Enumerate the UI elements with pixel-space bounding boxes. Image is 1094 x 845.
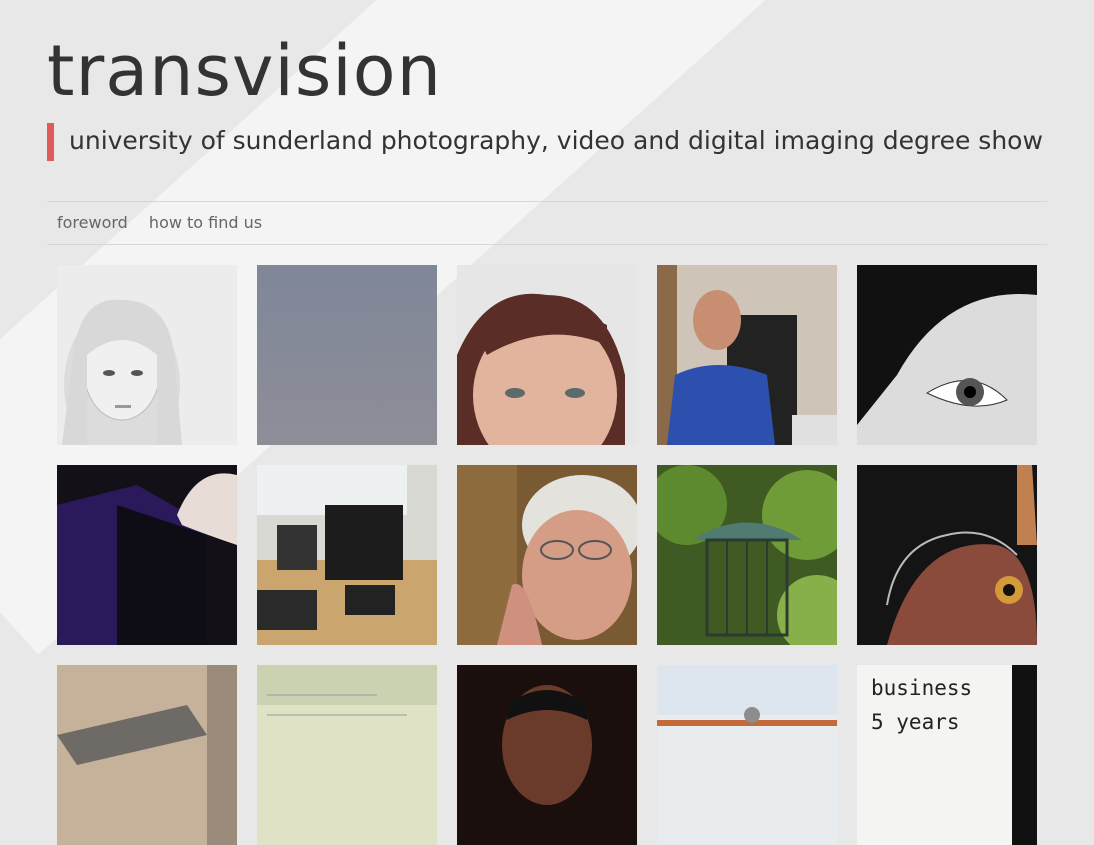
thumbnail-papers[interactable]: [257, 665, 437, 845]
site-title[interactable]: transvision: [47, 30, 442, 112]
thumbnail-metal-object[interactable]: [57, 665, 237, 845]
thumbnail-man-in-office[interactable]: [657, 265, 837, 445]
photo-grid: business 5 years: [57, 265, 1037, 845]
thumbnail-elderly-woman[interactable]: [457, 465, 637, 645]
thumbnail-sky-with-tree[interactable]: [657, 665, 837, 845]
thumbnail-blonde-wig-portrait[interactable]: [57, 265, 237, 445]
thumbnail-woman-close-up[interactable]: [457, 265, 637, 445]
thumbnail-computer-room[interactable]: [257, 465, 437, 645]
thumbnail-eye-close-up[interactable]: [857, 265, 1037, 445]
thumbnail-fish-head[interactable]: [857, 465, 1037, 645]
thumbnail-handwritten-sign[interactable]: business 5 years: [857, 665, 1037, 845]
nav-item-foreword[interactable]: foreword: [57, 202, 128, 244]
thumbnail-man-dark-portrait[interactable]: [457, 665, 637, 845]
site-subtitle: university of sunderland photography, vi…: [47, 123, 1043, 161]
thumbnail-hand-on-speaker[interactable]: [57, 465, 237, 645]
thumbnail-grey-sky[interactable]: [257, 265, 437, 445]
thumbnail-bird-feeder[interactable]: [657, 465, 837, 645]
nav-item-how-to-find-us[interactable]: how to find us: [149, 202, 262, 244]
handwritten-sign-text: business 5 years: [871, 676, 973, 734]
nav-bar: foreword how to find us: [47, 201, 1047, 245]
